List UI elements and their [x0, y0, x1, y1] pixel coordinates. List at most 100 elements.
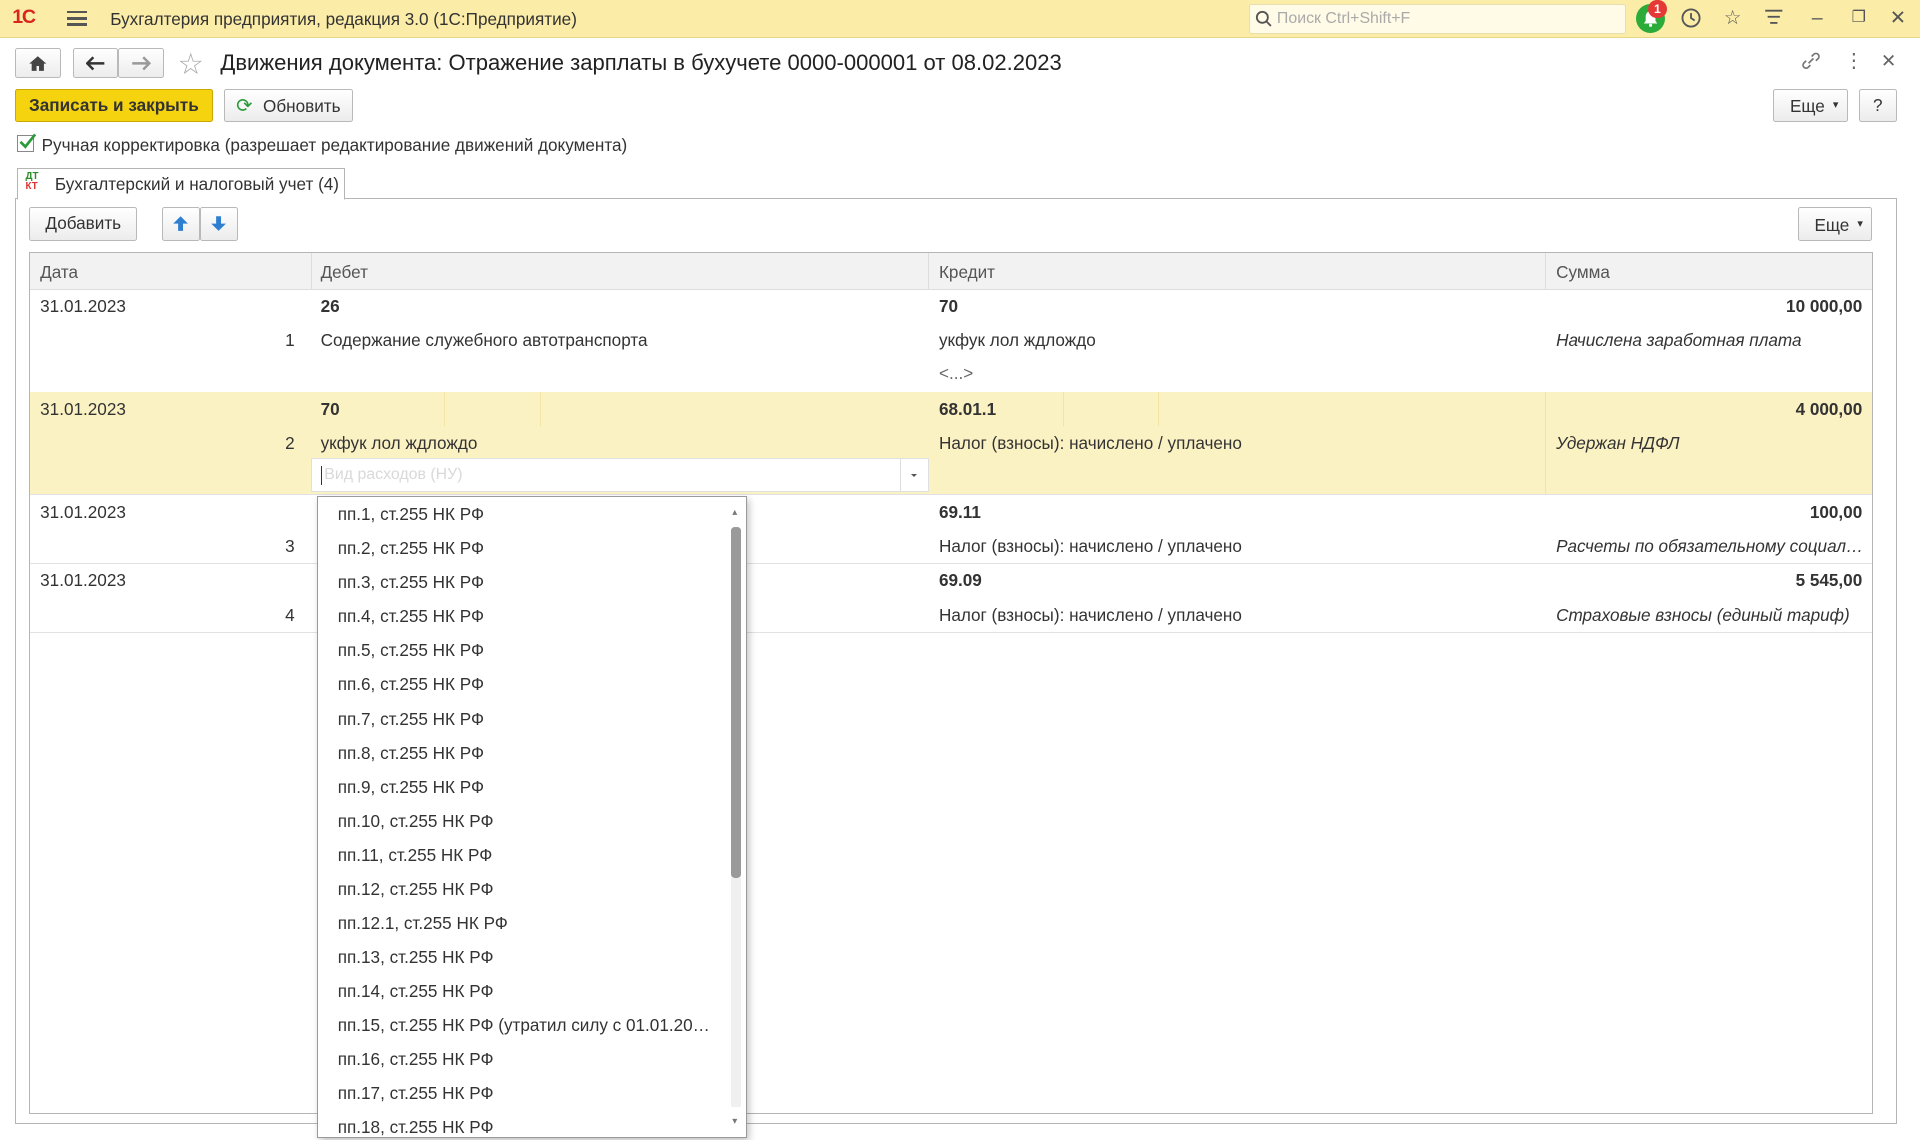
grid-more-button[interactable]: Еще ▾ — [1797, 206, 1873, 242]
dropdown-item[interactable]: пп.2, ст.255 НК РФ — [338, 538, 718, 559]
dropdown-item[interactable]: пп.15, ст.255 НК РФ (утратил силу с 01.0… — [338, 1015, 718, 1036]
more-vertical-icon[interactable]: ⋮ — [1844, 49, 1864, 73]
scroll-down-arrow-icon[interactable]: ▾ — [732, 1116, 737, 1127]
dropdown-toggle-button[interactable] — [900, 458, 928, 491]
table-row-selected[interactable]: 31.01.2023 2 70 укфук лол ждлождо 68.01.… — [30, 391, 1873, 496]
more-button[interactable]: Еще ▾ — [1773, 89, 1848, 123]
search-placeholder: Поиск Ctrl+Shift+F — [1276, 9, 1411, 27]
credit-account[interactable]: 68.01.1 — [939, 399, 996, 420]
chevron-down-icon: ▾ — [1832, 98, 1839, 111]
dropdown-item[interactable]: пп.14, ст.255 НК РФ — [338, 981, 718, 1002]
app-window: 1С Бухгалтерия предприятия, редакция 3.0… — [0, 0, 1920, 1140]
help-button[interactable]: ? — [1858, 89, 1897, 123]
credit-account[interactable]: 69.09 — [939, 570, 982, 591]
back-button[interactable] — [73, 47, 118, 79]
dropdown-item[interactable]: пп.16, ст.255 НК РФ — [338, 1049, 718, 1070]
dropdown-item[interactable]: пп.7, ст.255 НК РФ — [338, 709, 718, 730]
home-button[interactable] — [14, 47, 62, 79]
add-to-favorites-star-icon[interactable]: ☆ — [178, 47, 204, 82]
dropdown-item[interactable]: пп.17, ст.255 НК РФ — [338, 1083, 718, 1104]
amount[interactable]: 4 000,00 — [1796, 399, 1863, 420]
entry-content[interactable]: Расчеты по обязательному социал… — [1556, 536, 1863, 557]
move-up-button[interactable] — [161, 206, 200, 242]
restore-icon[interactable]: ❐ — [1848, 7, 1870, 29]
expense-type-input[interactable]: Вид расходов (НУ) — [311, 457, 930, 493]
credit-subconto[interactable]: Налог (взносы): начислено / уплачено — [939, 536, 1242, 557]
entry-content[interactable]: Начислена заработная плата — [1556, 330, 1801, 351]
column-header-amount[interactable]: Сумма — [1556, 262, 1610, 283]
arrow-up-icon — [173, 216, 188, 232]
dropdown-item[interactable]: пп.10, ст.255 НК РФ — [338, 811, 718, 832]
movements-table: Дата Дебет Кредит Сумма 31.01.2023 1 26 … — [29, 252, 1874, 1115]
row-date: 31.01.2023 — [40, 570, 126, 591]
dropdown-item[interactable]: пп.13, ст.255 НК РФ — [338, 947, 718, 968]
dropdown-item[interactable]: пп.5, ст.255 НК РФ — [338, 640, 718, 661]
credit-account[interactable]: 69.11 — [939, 502, 981, 523]
grid-more-label: Еще — [1814, 215, 1850, 236]
dropdown-list[interactable]: пп.1, ст.255 НК РФ пп.2, ст.255 НК РФ пп.3… — [317, 495, 747, 1138]
column-header-date[interactable]: Дата — [40, 262, 78, 283]
add-row-button[interactable]: Добавить — [29, 206, 138, 242]
row-date: 31.01.2023 — [40, 501, 126, 522]
checkmark-icon — [19, 133, 37, 149]
main-menu-icon[interactable] — [67, 9, 87, 27]
table-row[interactable]: 31.01.2023 4 69.09 Налог (взносы): начис… — [30, 563, 1873, 633]
debit-subconto[interactable]: Содержание служебного автотранспорта — [321, 330, 648, 351]
favorites-star-icon[interactable]: ☆ — [1722, 7, 1744, 29]
manual-edit-checkbox[interactable] — [17, 133, 37, 152]
dropdown-item[interactable]: пп.8, ст.255 НК РФ — [338, 743, 718, 764]
table-row[interactable]: 31.01.2023 3 69.11 Налог (взносы): начис… — [30, 494, 1873, 565]
debit-subconto[interactable]: укфук лол ждлождо — [321, 433, 478, 454]
dropdown-item[interactable]: пп.18, ст.255 НК РФ — [338, 1117, 718, 1137]
close-form-icon[interactable]: ✕ — [1881, 50, 1896, 72]
row-date: 31.01.2023 — [40, 398, 126, 419]
amount[interactable]: 100,00 — [1810, 502, 1862, 523]
dropdown-scrollbar-track[interactable] — [731, 877, 741, 1107]
search-input[interactable]: Поиск Ctrl+Shift+F — [1248, 3, 1626, 34]
move-down-button[interactable] — [199, 206, 238, 242]
close-window-icon[interactable]: ✕ — [1887, 7, 1909, 29]
page-title: Движения документа: Отражение зарплаты в… — [220, 50, 1062, 76]
arrow-left-icon — [85, 56, 105, 71]
save-and-close-button[interactable]: Записать и закрыть — [14, 89, 214, 123]
amount[interactable]: 10 000,00 — [1786, 296, 1862, 317]
scroll-up-arrow-icon[interactable]: ▴ — [732, 507, 737, 518]
dropdown-item[interactable]: пп.3, ст.255 НК РФ — [338, 572, 718, 593]
table-header: Дата Дебет Кредит Сумма — [30, 253, 1873, 290]
row-date: 31.01.2023 — [40, 296, 126, 317]
credit-subconto-extra[interactable]: <...> — [939, 363, 973, 384]
dropdown-item[interactable]: пп.1, ст.255 НК РФ — [338, 504, 718, 525]
tab-accounting[interactable]: ДТ КТ Бухгалтерский и налоговый учет (4) — [17, 167, 346, 200]
dropdown-item[interactable]: пп.12, ст.255 НК РФ — [338, 879, 718, 900]
credit-subconto[interactable]: укфук лол ждлождо — [939, 330, 1096, 351]
debit-account[interactable]: 70 — [321, 399, 340, 420]
dropdown-item[interactable]: пп.9, ст.255 НК РФ — [338, 777, 718, 798]
dropdown-scrollbar-thumb[interactable] — [731, 526, 741, 878]
row-number: 2 — [285, 433, 295, 454]
credit-subconto[interactable]: Налог (взносы): начислено / уплачено — [939, 433, 1242, 454]
dropdown-item[interactable]: пп.6, ст.255 НК РФ — [338, 674, 718, 695]
app-logo[interactable]: 1С — [12, 6, 36, 29]
entry-content[interactable]: Удержан НДФЛ — [1556, 433, 1679, 454]
refresh-icon: ⟳ — [236, 95, 253, 118]
minimize-icon[interactable]: – — [1806, 7, 1828, 29]
title-bar: 1С Бухгалтерия предприятия, редакция 3.0… — [0, 0, 1920, 38]
entry-content[interactable]: Страховые взносы (единый тариф) — [1556, 605, 1850, 626]
settings-menu-icon[interactable] — [1763, 7, 1785, 29]
credit-account[interactable]: 70 — [939, 296, 958, 317]
dropdown-item[interactable]: пп.4, ст.255 НК РФ — [338, 606, 718, 627]
link-icon[interactable] — [1800, 51, 1822, 77]
dropdown-item[interactable]: пп.12.1, ст.255 НК РФ — [338, 913, 718, 934]
history-icon[interactable] — [1680, 7, 1702, 29]
dropdown-item[interactable]: пп.11, ст.255 НК РФ — [338, 845, 718, 866]
column-header-credit[interactable]: Кредит — [939, 262, 995, 283]
refresh-button[interactable]: ⟳ Обновить — [224, 89, 353, 123]
debit-account[interactable]: 26 — [321, 296, 340, 317]
credit-subconto[interactable]: Налог (взносы): начислено / уплачено — [939, 605, 1242, 626]
forward-button[interactable] — [117, 47, 165, 79]
amount[interactable]: 5 545,00 — [1796, 570, 1863, 591]
row-number: 4 — [285, 604, 295, 625]
table-row[interactable]: 31.01.2023 1 26 Содержание служебного ав… — [30, 289, 1873, 393]
search-icon — [1255, 10, 1272, 27]
column-header-debit[interactable]: Дебет — [321, 262, 368, 283]
